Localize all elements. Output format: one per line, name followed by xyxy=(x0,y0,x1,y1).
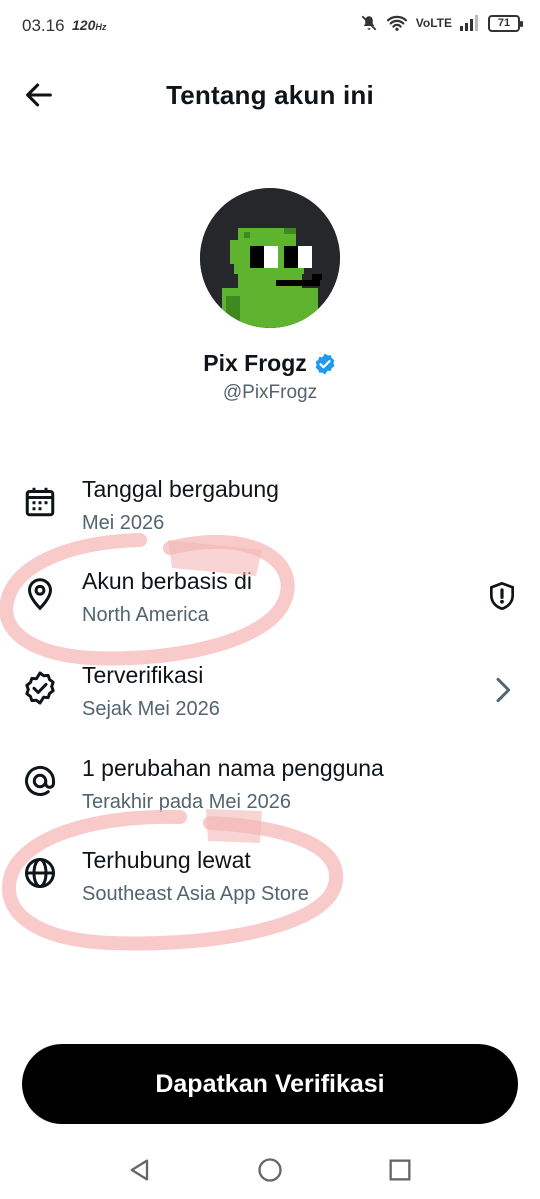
info-label: Terverifikasi xyxy=(82,662,204,688)
refresh-rate-value: 120 xyxy=(72,17,96,33)
network-type: VoLTE xyxy=(415,16,452,30)
profile-name: Pix Frogz xyxy=(203,350,307,376)
info-item-username-changes: 1 perubahan nama pengguna Terakhir pada … xyxy=(0,755,540,837)
status-bar: 03.16 120Hz VoLTE 71 xyxy=(0,0,540,52)
info-value: Sejak Mei 2026 xyxy=(82,698,220,720)
get-verified-button[interactable]: Dapatkan Verifikasi xyxy=(22,1044,518,1124)
info-item-verified[interactable]: Terverifikasi Sejak Mei 2026 xyxy=(0,662,540,744)
verified-checkmark-icon xyxy=(315,353,335,374)
status-icons: VoLTE 71 xyxy=(360,14,523,32)
battery-level: 71 xyxy=(497,17,511,29)
system-nav-bar xyxy=(0,1140,540,1199)
globe-icon xyxy=(25,858,55,888)
info-label: Tanggal bergabung xyxy=(82,476,279,502)
nav-back-icon[interactable] xyxy=(126,1156,154,1184)
page-title: Tentang akun ini xyxy=(166,80,374,110)
wifi-icon xyxy=(386,15,407,31)
battery-icon: 71 xyxy=(488,14,523,32)
profile-name-row: Pix Frogz xyxy=(0,350,540,377)
signal-icon xyxy=(460,15,478,31)
shield-alert-icon[interactable] xyxy=(486,580,518,612)
info-item-account-based-in: Akun berbasis di North America xyxy=(0,568,540,650)
info-item-join-date: Tanggal bergabung Mei 2026 xyxy=(0,476,540,558)
info-value: Southeast Asia App Store xyxy=(82,883,309,905)
refresh-rate-indicator: 120Hz xyxy=(72,17,107,33)
profile-handle: @PixFrogz xyxy=(222,382,318,403)
info-value: North America xyxy=(82,604,209,626)
info-value: Terakhir pada Mei 2026 xyxy=(82,791,292,813)
pixel-frog-avatar-image xyxy=(200,188,340,328)
nav-home-icon[interactable] xyxy=(256,1156,284,1184)
location-pin-icon xyxy=(27,578,53,611)
avatar[interactable] xyxy=(200,188,340,328)
at-sign-icon xyxy=(25,765,55,796)
calendar-icon xyxy=(25,487,55,517)
info-label: Terhubung lewat xyxy=(82,847,251,873)
info-item-connected-via: Terhubung lewat Southeast Asia App Store xyxy=(0,847,540,929)
nav-recents-icon[interactable] xyxy=(386,1156,414,1184)
status-time: 03.16 xyxy=(22,16,65,35)
chevron-right-icon xyxy=(496,677,511,703)
mute-bell-icon xyxy=(361,15,377,31)
info-label: 1 perubahan nama pengguna xyxy=(82,755,384,781)
verified-badge-icon xyxy=(25,671,55,705)
info-label: Akun berbasis di xyxy=(82,568,253,594)
info-value: Mei 2026 xyxy=(82,512,165,534)
header: Tentang akun ini xyxy=(0,60,540,132)
